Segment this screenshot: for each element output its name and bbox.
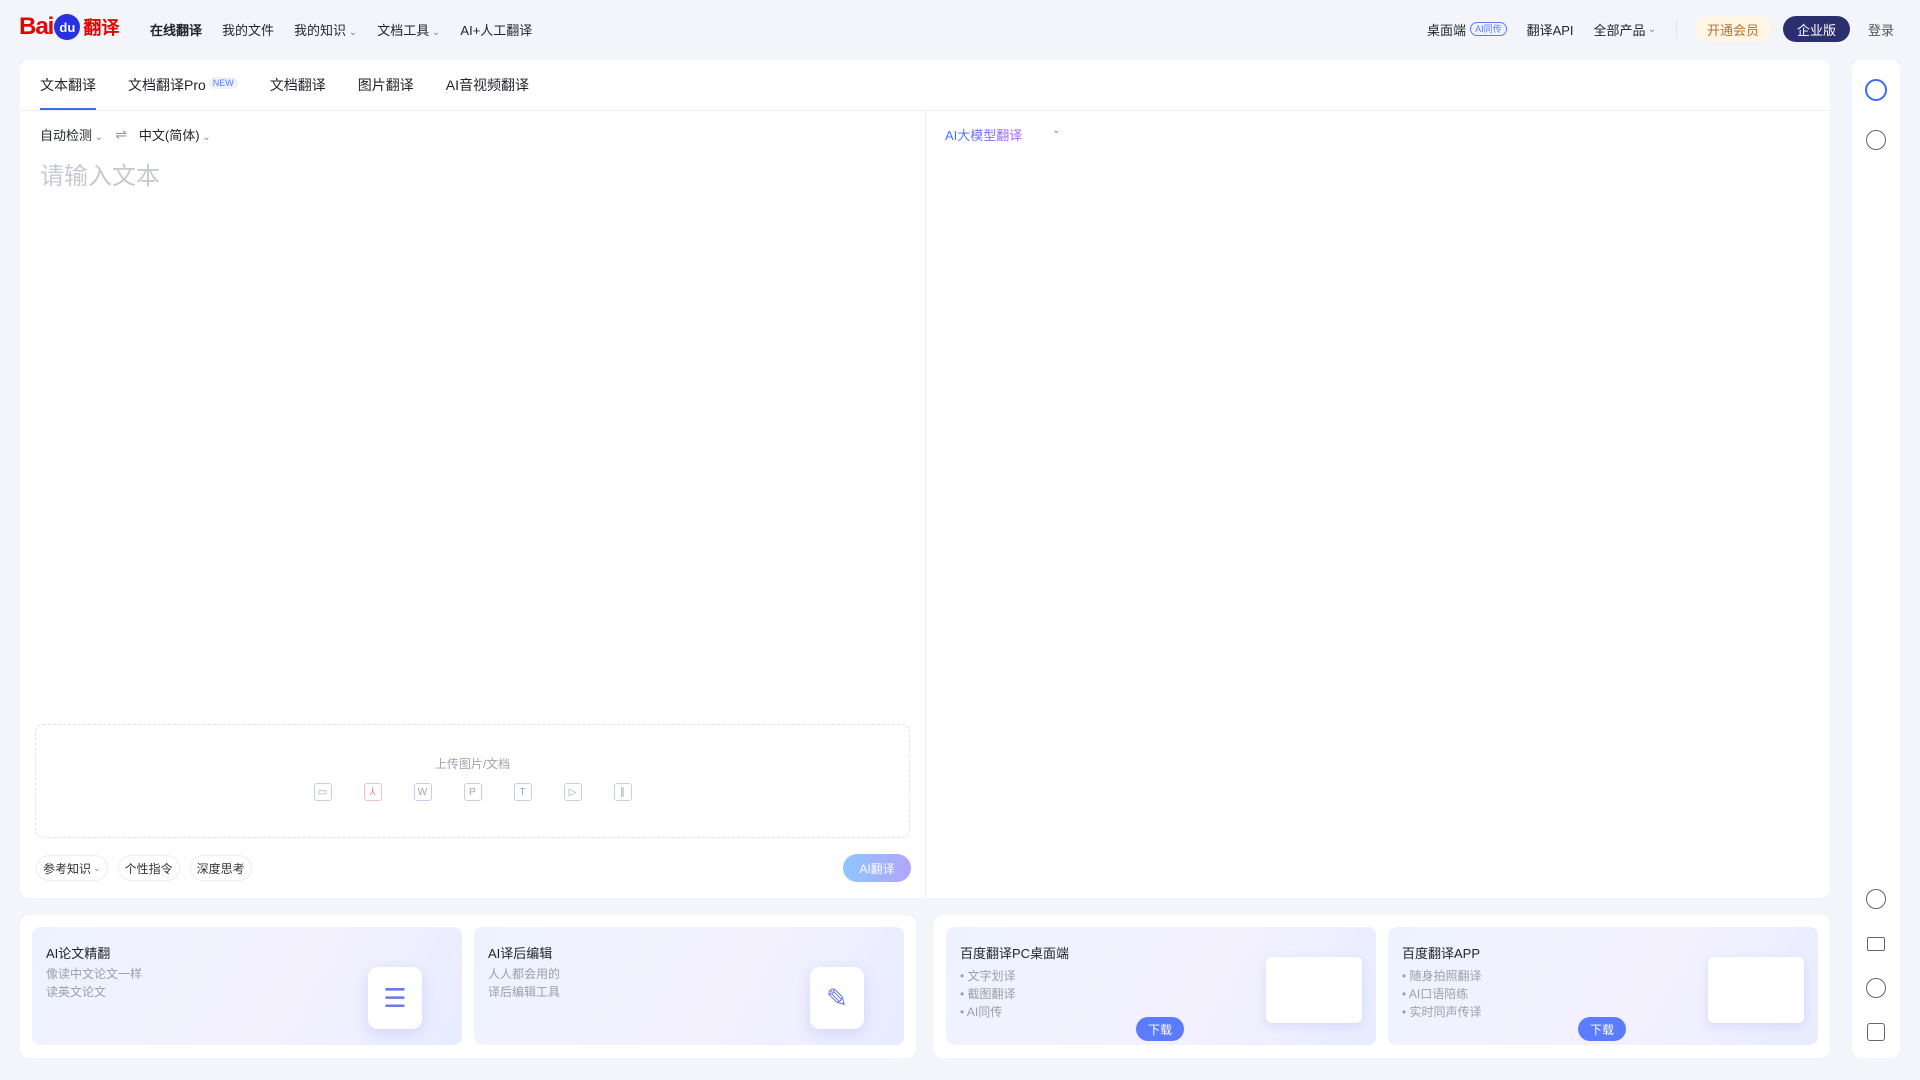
- tab-label: 文档翻译Pro: [128, 77, 206, 93]
- promo-card-paper[interactable]: AI论文精翻 像读中文论文一样 读英文论文 ☰: [32, 927, 462, 1045]
- card-line: 读英文论文: [46, 985, 107, 999]
- header-right: 桌面端 AI同传 翻译API 全部产品 ⌄ 开通会员 企业版 登录: [1427, 14, 1920, 44]
- image-file-icon[interactable]: ▭: [313, 783, 332, 801]
- vip-button[interactable]: 开通会员: [1694, 16, 1771, 42]
- logo-fanyi: 翻译: [83, 18, 120, 38]
- tab-doc-translate[interactable]: 文档翻译: [270, 60, 326, 110]
- card-line: • 截图翻译: [960, 987, 1016, 1001]
- tab-label: 图片翻译: [357, 77, 414, 93]
- source-language-select[interactable]: 自动检测: [40, 125, 103, 144]
- baidu-fanyi-logo[interactable]: Bai du 翻译: [19, 12, 119, 42]
- card-title: 百度翻译APP: [1402, 946, 1481, 961]
- card-line: • 文字划译: [960, 969, 1016, 983]
- source-text-input[interactable]: 请输入文本: [40, 156, 160, 191]
- promo-group-right: 百度翻译PC桌面端 • 文字划译 • 截图翻译 • AI同传 下载 百度翻译AP…: [934, 915, 1830, 1058]
- assistant-icon[interactable]: [1864, 78, 1888, 102]
- all-products-menu[interactable]: 全部产品 ⌄: [1594, 20, 1656, 39]
- card-title: AI译后编辑: [488, 946, 553, 961]
- card-title: AI论文精翻: [46, 946, 111, 961]
- promo-card-post-edit[interactable]: AI译后编辑 人人都会用的 译后编辑工具 ✎: [474, 927, 904, 1045]
- card-line: • 随身拍照翻译: [1402, 969, 1482, 983]
- document-icon: ☰: [368, 967, 422, 1029]
- headset-support-icon[interactable]: [1864, 887, 1888, 911]
- collapse-panel-icon[interactable]: [1864, 1020, 1888, 1044]
- settings-circle-icon[interactable]: [1864, 976, 1888, 1000]
- promo-card-app[interactable]: 百度翻译APP • 随身拍照翻译 • AI口语陪练 • 实时同声传译 下载: [1388, 927, 1818, 1045]
- all-products-label: 全部产品: [1593, 22, 1646, 38]
- desktop-link[interactable]: 桌面端 AI同传: [1427, 20, 1507, 39]
- tab-label: AI音视频翻译: [445, 77, 530, 93]
- folder-icon[interactable]: [1864, 932, 1888, 956]
- card-line: 译后编辑工具: [488, 985, 561, 999]
- card-line: • 实时同声传译: [1402, 1005, 1482, 1019]
- chevron-down-icon[interactable]: ⌄: [1052, 125, 1060, 136]
- upload-dropzone[interactable]: 上传图片/文档 ▭ ⅄ W P T ▷ ∥: [35, 724, 910, 838]
- nav-my-knowledge[interactable]: 我的知识: [294, 20, 357, 39]
- txt-file-icon[interactable]: T: [513, 783, 532, 801]
- desktop-label: 桌面端: [1427, 22, 1467, 38]
- ai-simul-badge: AI同传: [1470, 22, 1507, 36]
- ai-translate-button[interactable]: AI翻译: [843, 854, 911, 882]
- right-rail: [1852, 60, 1900, 1058]
- tab-av-translate[interactable]: AI音视频翻译: [446, 60, 529, 110]
- promo-card-desktop[interactable]: 百度翻译PC桌面端 • 文字划译 • 截图翻译 • AI同传 下载: [946, 927, 1376, 1045]
- card-line: 人人都会用的: [488, 967, 561, 981]
- tab-image-translate[interactable]: 图片翻译: [358, 60, 414, 110]
- tab-text-translate[interactable]: 文本翻译: [40, 60, 96, 110]
- chevron-down-icon: ⌄: [1647, 23, 1656, 35]
- edit-pen-icon: ✎: [810, 967, 864, 1029]
- card-line: • AI同传: [960, 1005, 1003, 1019]
- deep-thinking-chip[interactable]: 深度思考: [189, 855, 252, 881]
- language-bar: 自动检测 ⇌ 中文(简体): [40, 125, 211, 144]
- upload-type-icons: ▭ ⅄ W P T ▷ ∥: [36, 783, 909, 801]
- new-badge: NEW: [208, 77, 238, 89]
- tab-doc-translate-pro[interactable]: 文档翻译Pro NEW: [128, 60, 238, 110]
- ai-model-select[interactable]: AI大模型翻译: [945, 125, 1022, 144]
- login-link[interactable]: 登录: [1868, 20, 1894, 39]
- promo-group-left: AI论文精翻 像读中文论文一样 读英文论文 ☰ AI译后编辑 人人都会用的 译后…: [20, 915, 916, 1058]
- target-language-select[interactable]: 中文(简体): [139, 125, 211, 144]
- word-file-icon[interactable]: W: [413, 783, 432, 801]
- card-line: • AI口语陪练: [1402, 987, 1469, 1001]
- video-file-icon[interactable]: ▷: [563, 783, 582, 801]
- upload-label: 上传图片/文档: [434, 757, 511, 771]
- swap-languages-icon[interactable]: ⇌: [115, 126, 127, 143]
- mobile-app-preview: [1708, 957, 1804, 1023]
- tab-label: 文本翻译: [40, 77, 96, 93]
- header-divider: [1675, 20, 1677, 38]
- custom-instruction-chip[interactable]: 个性指令: [117, 855, 180, 881]
- ppt-file-icon[interactable]: P: [463, 783, 482, 801]
- nav-ai-human-translate[interactable]: AI+人工翻译: [460, 20, 532, 39]
- pdf-file-icon[interactable]: ⅄: [363, 783, 382, 801]
- reference-knowledge-chip[interactable]: 参考知识: [36, 855, 108, 881]
- main-nav: 在线翻译 我的文件 我的知识 文档工具 AI+人工翻译: [150, 20, 532, 39]
- download-desktop-button[interactable]: 下载: [1136, 1017, 1184, 1041]
- tab-label: 文档翻译: [269, 77, 326, 93]
- audio-file-icon[interactable]: ∥: [613, 783, 632, 801]
- desktop-app-preview: [1266, 957, 1362, 1023]
- nav-my-files[interactable]: 我的文件: [222, 20, 274, 39]
- nav-online-translate[interactable]: 在线翻译: [150, 20, 202, 39]
- logo-du: du: [54, 14, 81, 40]
- nav-doc-tools[interactable]: 文档工具: [377, 20, 440, 39]
- logo-bai: Bai: [19, 13, 54, 40]
- options-bar: 参考知识 个性指令 深度思考: [36, 855, 252, 881]
- api-link[interactable]: 翻译API: [1527, 20, 1574, 39]
- enterprise-button[interactable]: 企业版: [1782, 16, 1850, 42]
- card-line: 像读中文论文一样: [46, 967, 143, 981]
- top-header: Bai du 翻译 在线翻译 我的文件 我的知识 文档工具 AI+人工翻译 桌面…: [0, 0, 1920, 58]
- mode-tabs: 文本翻译 文档翻译Pro NEW 文档翻译 图片翻译 AI音视频翻译: [40, 60, 529, 110]
- translate-panel: 文本翻译 文档翻译Pro NEW 文档翻译 图片翻译 AI音视频翻译 自动检测 …: [20, 60, 1830, 898]
- download-app-button[interactable]: 下载: [1578, 1017, 1626, 1041]
- pane-divider: [925, 111, 926, 898]
- history-clock-icon[interactable]: [1864, 128, 1888, 152]
- card-title: 百度翻译PC桌面端: [960, 946, 1070, 961]
